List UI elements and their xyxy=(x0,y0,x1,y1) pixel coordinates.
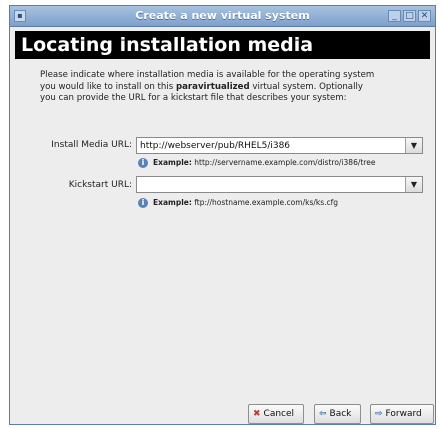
kickstart-hint-label: Example: xyxy=(153,198,192,207)
arrow-right-icon: ⇨ xyxy=(375,409,383,419)
kickstart-hint-text: ftp://hostname.example.com/ks/ks.cfg xyxy=(191,198,339,207)
kickstart-hint: i Example: ftp://hostname.example.com/ks/… xyxy=(138,198,338,208)
dialog-window: ▪ Create a new virtual system _ □ ✕ Loca… xyxy=(9,5,436,425)
forward-button[interactable]: ⇨ Forward xyxy=(370,404,434,424)
page-title: Locating installation media xyxy=(15,31,430,59)
kickstart-url-combo[interactable]: ▼ xyxy=(136,176,423,193)
cancel-label: Cancel xyxy=(263,409,295,419)
chevron-down-icon[interactable]: ▼ xyxy=(405,138,422,153)
intro-emphasis: paravirtualized xyxy=(175,81,250,92)
install-media-url-input[interactable] xyxy=(137,138,404,153)
chevron-down-icon[interactable]: ▼ xyxy=(405,177,422,192)
install-media-hint-label: Example: xyxy=(153,158,192,167)
back-label: Back xyxy=(329,409,352,419)
window-title: Create a new virtual system xyxy=(135,9,310,22)
maximize-icon[interactable]: □ xyxy=(403,10,416,22)
cancel-icon: ✖ xyxy=(253,409,261,419)
install-media-hint: i Example: http://servername.example.com/… xyxy=(138,158,375,168)
install-media-url-combo[interactable]: ▼ xyxy=(136,137,423,154)
title-bar[interactable]: ▪ Create a new virtual system _ □ ✕ xyxy=(10,6,435,27)
minimize-icon[interactable]: _ xyxy=(388,10,401,22)
intro-text: Please indicate where installation media… xyxy=(40,70,375,105)
kickstart-url-label: Kickstart URL: xyxy=(68,180,132,190)
arrow-left-icon: ⇦ xyxy=(319,409,327,419)
back-button[interactable]: ⇦ Back xyxy=(314,404,361,424)
install-media-url-label: Install Media URL: xyxy=(51,140,132,150)
install-media-hint-text: http://servername.example.com/distro/i38… xyxy=(191,158,376,167)
cancel-button[interactable]: ✖ Cancel xyxy=(248,404,304,424)
info-icon: i xyxy=(138,198,148,208)
kickstart-url-input[interactable] xyxy=(137,177,404,192)
info-icon: i xyxy=(138,158,148,168)
forward-label: Forward xyxy=(385,409,422,419)
close-icon[interactable]: ✕ xyxy=(418,10,431,22)
